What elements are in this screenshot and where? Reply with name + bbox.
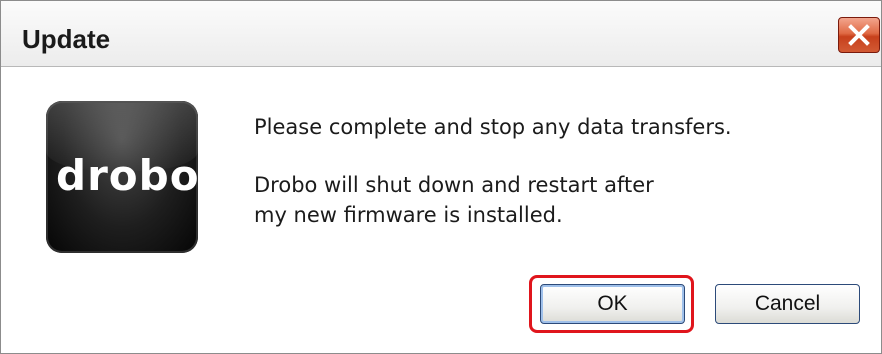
- update-dialog: Update drobo Please complete and stop an…: [0, 0, 882, 354]
- logo-wordmark: drobo: [56, 151, 198, 200]
- message-line-1: Please complete and stop any data transf…: [254, 115, 732, 139]
- cancel-button[interactable]: Cancel: [715, 284, 860, 324]
- message-line-3: my new firmware is installed.: [254, 203, 563, 227]
- message-line-2: Drobo will shut down and restart after: [254, 173, 654, 197]
- drobo-logo: drobo: [46, 101, 198, 253]
- ok-button[interactable]: OK: [540, 284, 685, 324]
- title-bar: Update: [1, 1, 881, 67]
- close-button[interactable]: [838, 17, 880, 53]
- close-icon: [848, 24, 870, 46]
- dialog-title: Update: [22, 24, 111, 54]
